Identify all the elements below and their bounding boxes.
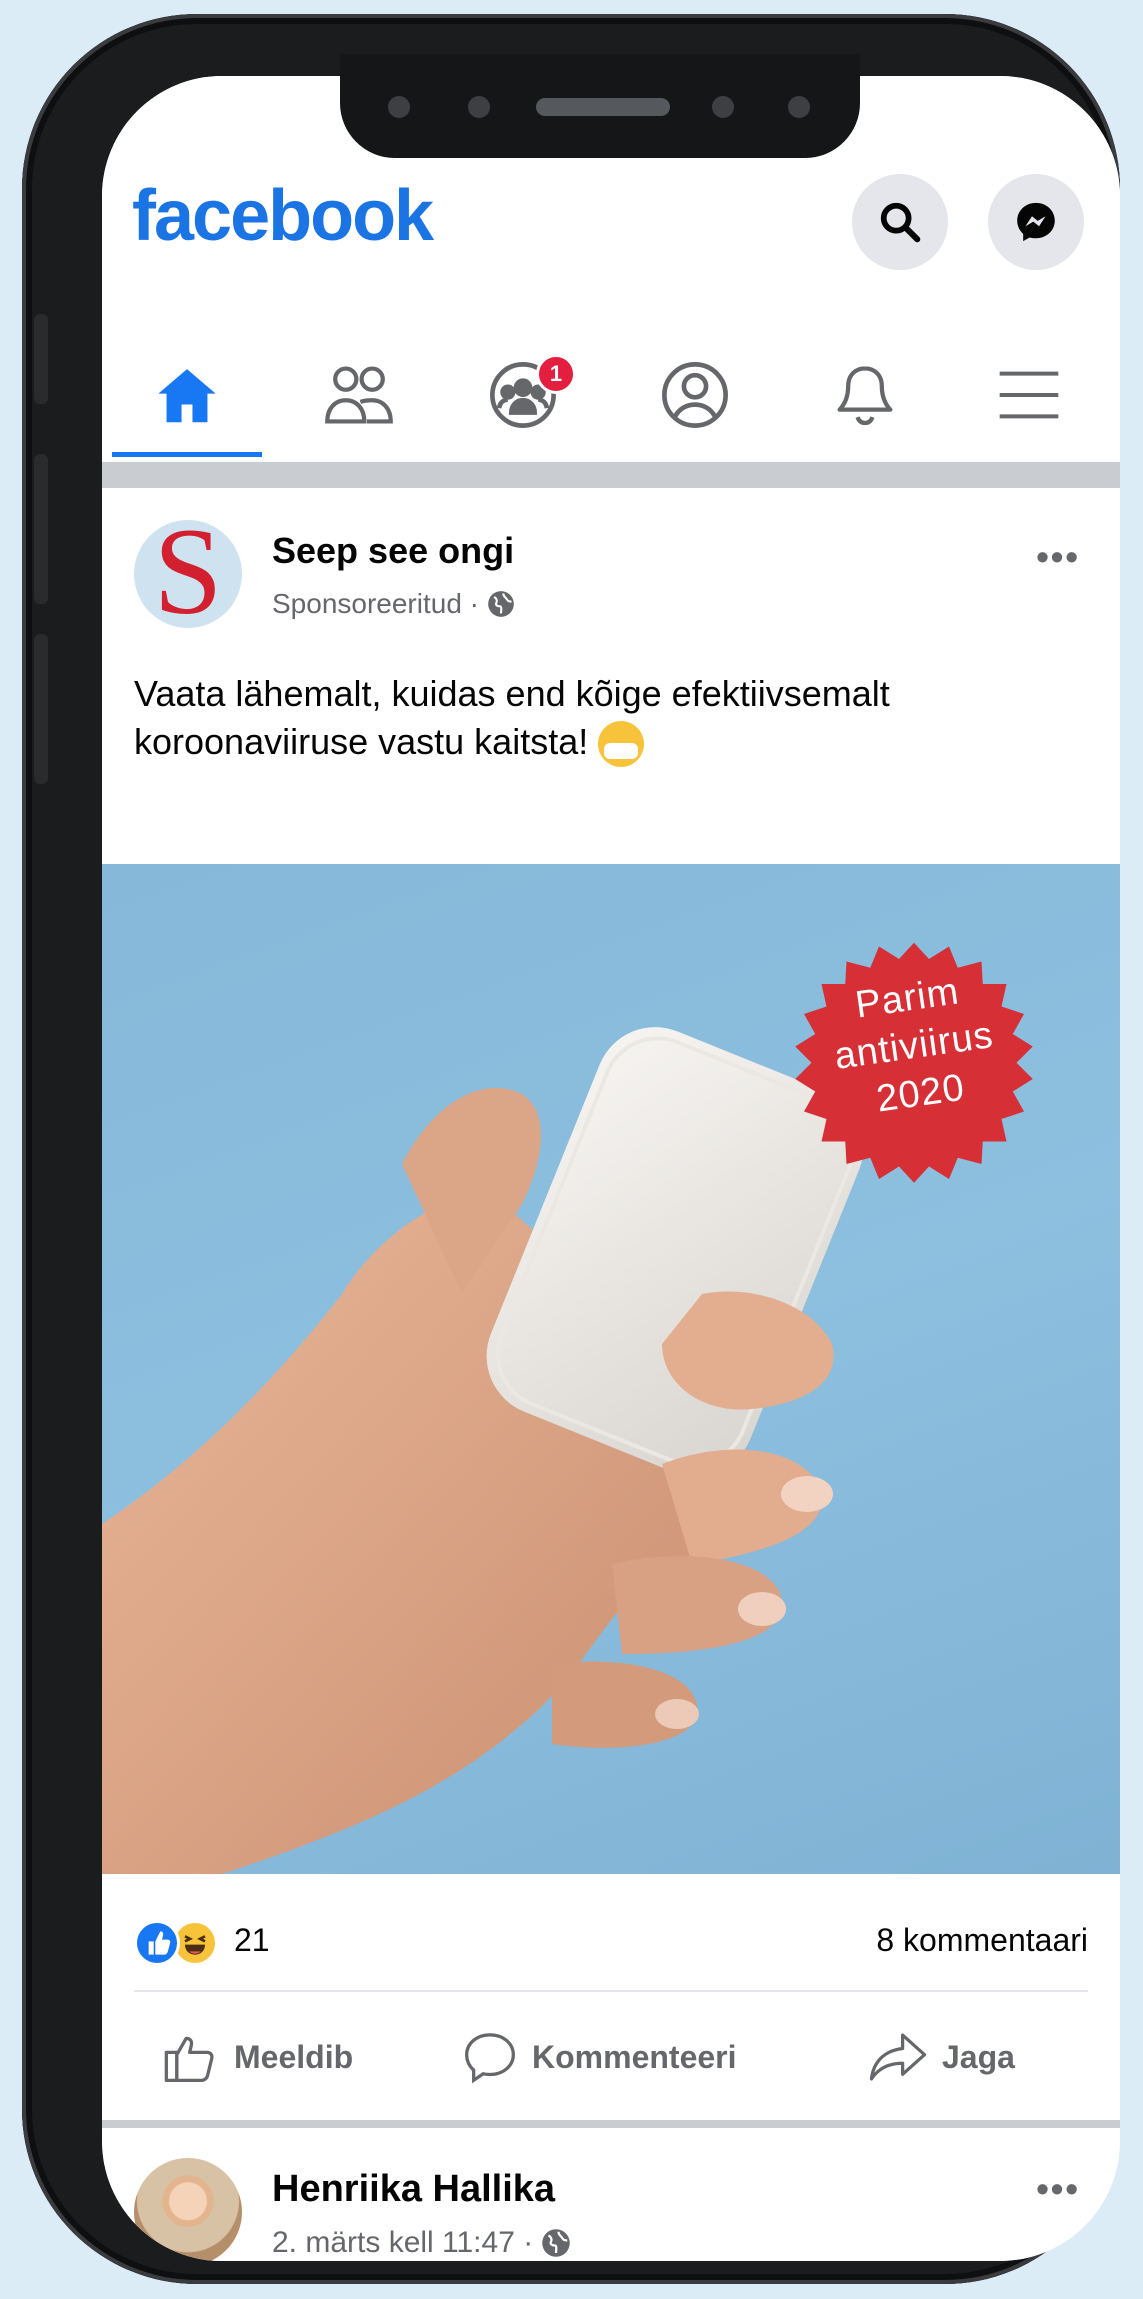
camera-dot xyxy=(712,96,734,118)
post-text-content: Vaata lähemalt, kuidas end kõige efektii… xyxy=(134,673,890,762)
side-button-mute xyxy=(34,314,48,404)
phone-notch xyxy=(340,54,860,158)
tab-groups[interactable]: 1 xyxy=(448,334,598,456)
post-stats: 21 8 kommentaari xyxy=(102,1874,1120,1994)
globe-icon xyxy=(488,591,514,617)
comment-button[interactable]: Kommenteeri xyxy=(462,1994,737,2120)
bell-icon xyxy=(837,366,893,426)
messenger-button[interactable] xyxy=(988,174,1084,270)
messenger-icon xyxy=(1017,202,1055,242)
tab-menu[interactable] xyxy=(954,334,1104,456)
active-tab-indicator xyxy=(112,452,262,457)
globe-icon xyxy=(542,2229,570,2257)
page-avatar[interactable]: S xyxy=(134,520,242,628)
user-avatar[interactable] xyxy=(134,2158,242,2261)
mask-face-emoji-icon xyxy=(598,721,645,768)
menu-icon xyxy=(999,371,1059,419)
feed-divider xyxy=(102,462,1120,488)
feed-divider xyxy=(102,2120,1120,2128)
post-text: Vaata lähemalt, kuidas end kõige efektii… xyxy=(134,670,1094,768)
tab-notifications[interactable] xyxy=(790,334,940,456)
sponsored-post: S Seep see ongi Sponsoreeritud · ••• Vaa… xyxy=(102,488,1120,2120)
friends-icon xyxy=(325,366,393,424)
tab-profile[interactable] xyxy=(620,334,770,456)
search-button[interactable] xyxy=(852,174,948,270)
sponsored-label: Sponsoreeritud · xyxy=(272,588,480,619)
sensor-dot xyxy=(388,96,410,118)
post-actions: Meeldib Kommenteeri Jaga xyxy=(102,1994,1120,2120)
page-avatar-letter: S xyxy=(153,520,223,628)
reactions-count[interactable]: 21 xyxy=(234,1922,270,1959)
facebook-logo[interactable]: facebook xyxy=(132,180,434,252)
tab-bar: 1 xyxy=(102,334,1120,462)
share-arrow-icon xyxy=(869,2033,927,2081)
tab-friends[interactable] xyxy=(284,334,434,456)
post-image[interactable]: Parim antiviirus 2020 xyxy=(102,864,1120,1874)
like-label: Meeldib xyxy=(234,2038,354,2075)
phone-frame: facebook 1 S Seep see ongi Sponsoreeritu… xyxy=(22,14,1120,2284)
profile-icon xyxy=(662,362,728,428)
sensor-dot xyxy=(788,96,810,118)
tab-home[interactable] xyxy=(112,334,262,456)
like-button[interactable]: Meeldib xyxy=(164,1994,353,2120)
post-meta: Sponsoreeritud · xyxy=(272,588,515,620)
side-button-volume-down xyxy=(34,634,48,784)
screen: facebook 1 S Seep see ongi Sponsoreeritu… xyxy=(102,76,1120,2261)
share-button[interactable]: Jaga xyxy=(868,1994,1015,2120)
more-options-button[interactable]: ••• xyxy=(1036,536,1080,578)
share-label: Jaga xyxy=(942,2038,1015,2075)
next-post: Henriika Hallika 2. märts kell 11:47 · •… xyxy=(102,2128,1120,2261)
side-button-volume-up xyxy=(34,454,48,604)
search-icon xyxy=(880,202,921,243)
like-reaction-icon xyxy=(134,1920,180,1966)
more-options-button[interactable]: ••• xyxy=(1036,2168,1080,2210)
post-meta: 2. märts kell 11:47 · xyxy=(272,2226,571,2260)
groups-badge: 1 xyxy=(536,354,576,394)
comments-count[interactable]: 8 kommentaari xyxy=(876,1922,1088,1959)
stats-separator xyxy=(134,1990,1088,1992)
comment-bubble-icon xyxy=(465,2033,515,2084)
thumbs-up-icon xyxy=(164,2036,214,2082)
home-icon xyxy=(158,369,216,423)
post-author[interactable]: Henriika Hallika xyxy=(272,2168,555,2211)
post-author[interactable]: Seep see ongi xyxy=(272,530,514,572)
post-timestamp: 2. märts kell 11:47 · xyxy=(272,2226,534,2259)
sensor-dot xyxy=(468,96,490,118)
speaker-grille xyxy=(536,98,670,116)
comment-label: Kommenteeri xyxy=(532,2038,737,2075)
